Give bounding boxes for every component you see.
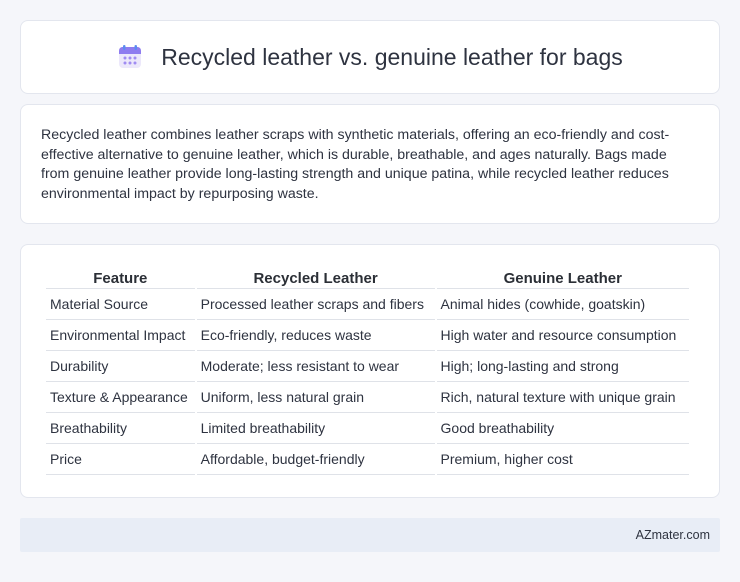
table-row: Material Source Processed leather scraps… [46,289,689,320]
header-recycled: Recycled Leather [196,265,435,289]
feature-cell: Breathability [46,413,195,444]
genuine-cell: Rich, natural texture with unique grain [436,382,689,413]
table-row: Durability Moderate; less resistant to w… [46,351,689,382]
table-row: Price Affordable, budget-friendly Premiu… [46,444,689,475]
feature-cell: Durability [46,351,195,382]
page-title: Recycled leather vs. genuine leather for… [161,43,623,70]
genuine-cell: High water and resource consumption [436,320,689,351]
table-row: Breathability Limited breathability Good… [46,413,689,444]
calendar-icon [119,45,142,68]
intro-card: Recycled leather combines leather scraps… [20,104,720,224]
footer-brand: AZmater.com [635,528,710,542]
intro-text: Recycled leather combines leather scraps… [41,127,670,202]
footer: AZmater.com [20,518,720,552]
recycled-cell: Uniform, less natural grain [196,382,435,413]
feature-cell: Price [46,444,195,475]
recycled-cell: Limited breathability [196,413,435,444]
comparison-table: Feature Recycled Leather Genuine Leather… [44,265,691,475]
genuine-cell: High; long-lasting and strong [436,351,689,382]
genuine-cell: Animal hides (cowhide, goatskin) [436,289,689,320]
feature-cell: Material Source [46,289,195,320]
comparison-card: Feature Recycled Leather Genuine Leather… [20,244,720,498]
recycled-cell: Processed leather scraps and fibers [196,289,435,320]
table-row: Environmental Impact Eco-friendly, reduc… [46,320,689,351]
recycled-cell: Eco-friendly, reduces waste [196,320,435,351]
recycled-cell: Affordable, budget-friendly [196,444,435,475]
genuine-cell: Premium, higher cost [436,444,689,475]
title-card: Recycled leather vs. genuine leather for… [20,20,720,94]
header-genuine: Genuine Leather [436,265,689,289]
genuine-cell: Good breathability [436,413,689,444]
feature-cell: Texture & Appearance [46,382,195,413]
feature-cell: Environmental Impact [46,320,195,351]
table-row: Texture & Appearance Uniform, less natur… [46,382,689,413]
recycled-cell: Moderate; less resistant to wear [196,351,435,382]
header-feature: Feature [46,265,195,289]
table-header-row: Feature Recycled Leather Genuine Leather [46,265,689,289]
